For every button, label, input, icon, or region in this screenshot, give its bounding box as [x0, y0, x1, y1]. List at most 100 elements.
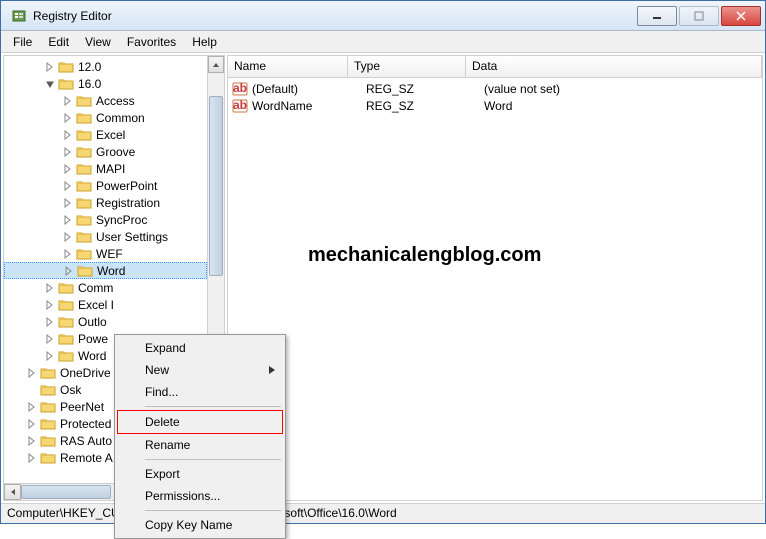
expand-icon[interactable] — [26, 367, 38, 379]
tree-node[interactable]: PowerPoint — [4, 177, 207, 194]
tree-node[interactable]: MAPI — [4, 160, 207, 177]
expand-icon[interactable] — [63, 265, 75, 277]
menu-view[interactable]: View — [77, 33, 119, 51]
expand-icon[interactable] — [62, 248, 74, 260]
folder-icon — [58, 349, 74, 363]
window-controls — [635, 6, 761, 26]
expand-icon[interactable] — [44, 61, 56, 73]
expand-icon[interactable] — [44, 316, 56, 328]
column-header-data[interactable]: Data — [466, 56, 762, 77]
ctx-delete[interactable]: Delete — [117, 410, 283, 434]
tree-node[interactable]: Registration — [4, 194, 207, 211]
expand-icon[interactable] — [26, 401, 38, 413]
expand-icon[interactable] — [44, 350, 56, 362]
tree-node-label: RAS Auto — [60, 434, 112, 448]
ctx-label: Rename — [145, 438, 190, 452]
folder-icon — [76, 230, 92, 244]
scroll-up-button[interactable] — [208, 56, 224, 73]
folder-icon — [58, 77, 74, 91]
value-type: REG_SZ — [366, 82, 484, 96]
scroll-thumb[interactable] — [21, 485, 111, 499]
tree-node[interactable]: SyncProc — [4, 211, 207, 228]
titlebar: Registry Editor — [1, 1, 765, 31]
ctx-permissions[interactable]: Permissions... — [117, 485, 283, 507]
tree-node[interactable]: WEF — [4, 245, 207, 262]
value-row[interactable]: abWordNameREG_SZWord — [228, 97, 762, 114]
expand-icon[interactable] — [62, 163, 74, 175]
tree-node-label: Powe — [78, 332, 108, 346]
values-panel: Name Type Data ab(Default)REG_SZ(value n… — [227, 55, 763, 501]
scroll-thumb[interactable] — [209, 96, 223, 276]
tree-node[interactable]: Excel I — [4, 296, 207, 313]
tree-node-label: Word — [97, 264, 125, 278]
column-header-type[interactable]: Type — [348, 56, 466, 77]
maximize-button[interactable] — [679, 6, 719, 26]
expand-icon[interactable] — [26, 435, 38, 447]
ctx-label: Permissions... — [145, 489, 220, 503]
ctx-find[interactable]: Find... — [117, 381, 283, 403]
folder-icon — [76, 94, 92, 108]
ctx-expand[interactable]: Expand — [117, 337, 283, 359]
folder-icon — [76, 247, 92, 261]
tree-node[interactable]: 16.0 — [4, 75, 207, 92]
expand-icon[interactable] — [62, 214, 74, 226]
expand-icon[interactable] — [62, 129, 74, 141]
ctx-copy-key-name[interactable]: Copy Key Name — [117, 514, 283, 536]
column-header-name[interactable]: Name — [228, 56, 348, 77]
tree-node-label: Excel — [96, 128, 125, 142]
tree-node[interactable]: User Settings — [4, 228, 207, 245]
expand-icon[interactable] — [62, 231, 74, 243]
close-button[interactable] — [721, 6, 761, 26]
folder-icon — [76, 213, 92, 227]
ctx-rename[interactable]: Rename — [117, 434, 283, 456]
tree-node[interactable]: Outlo — [4, 313, 207, 330]
folder-icon — [58, 281, 74, 295]
menu-favorites[interactable]: Favorites — [119, 33, 184, 51]
minimize-button[interactable] — [637, 6, 677, 26]
tree-node-label: Outlo — [78, 315, 107, 329]
value-row[interactable]: ab(Default)REG_SZ(value not set) — [228, 80, 762, 97]
folder-icon — [58, 332, 74, 346]
menu-help[interactable]: Help — [184, 33, 225, 51]
tree-node-label: MAPI — [96, 162, 125, 176]
tree-node[interactable]: Groove — [4, 143, 207, 160]
folder-icon — [77, 264, 93, 278]
submenu-arrow-icon — [269, 363, 275, 377]
tree-node-label: Common — [96, 111, 145, 125]
list-header: Name Type Data — [228, 56, 762, 78]
ctx-new[interactable]: New — [117, 359, 283, 381]
context-menu: Expand New Find... Delete Rename Export … — [114, 334, 286, 539]
window-title: Registry Editor — [33, 9, 635, 23]
menu-edit[interactable]: Edit — [40, 33, 77, 51]
tree-node-label: Word — [78, 349, 106, 363]
tree-node[interactable]: Access — [4, 92, 207, 109]
expand-icon[interactable] — [44, 282, 56, 294]
expand-icon[interactable] — [62, 95, 74, 107]
tree-node[interactable]: Common — [4, 109, 207, 126]
ctx-export[interactable]: Export — [117, 463, 283, 485]
folder-icon — [40, 434, 56, 448]
tree-node-label: Comm — [78, 281, 113, 295]
expand-icon[interactable] — [44, 299, 56, 311]
collapse-icon[interactable] — [44, 78, 56, 90]
expand-icon[interactable] — [26, 452, 38, 464]
expand-icon[interactable] — [44, 333, 56, 345]
values-list[interactable]: ab(Default)REG_SZ(value not set)abWordNa… — [228, 78, 762, 116]
ctx-separator — [145, 510, 281, 511]
expand-icon[interactable] — [62, 180, 74, 192]
expand-icon[interactable] — [26, 418, 38, 430]
tree-node[interactable]: Excel — [4, 126, 207, 143]
ctx-label: Delete — [145, 415, 180, 429]
expand-icon[interactable] — [62, 146, 74, 158]
tree-node[interactable]: Comm — [4, 279, 207, 296]
scroll-left-button[interactable] — [4, 484, 21, 500]
expand-icon[interactable] — [62, 197, 74, 209]
tree-node-label: Excel I — [78, 298, 114, 312]
tree-node-label: 16.0 — [78, 77, 101, 91]
tree-node[interactable]: 12.0 — [4, 58, 207, 75]
menu-file[interactable]: File — [5, 33, 40, 51]
tree-node[interactable]: Word — [4, 262, 207, 279]
ctx-label: Find... — [145, 385, 178, 399]
expand-icon[interactable] — [62, 112, 74, 124]
tree-node-label: SyncProc — [96, 213, 147, 227]
